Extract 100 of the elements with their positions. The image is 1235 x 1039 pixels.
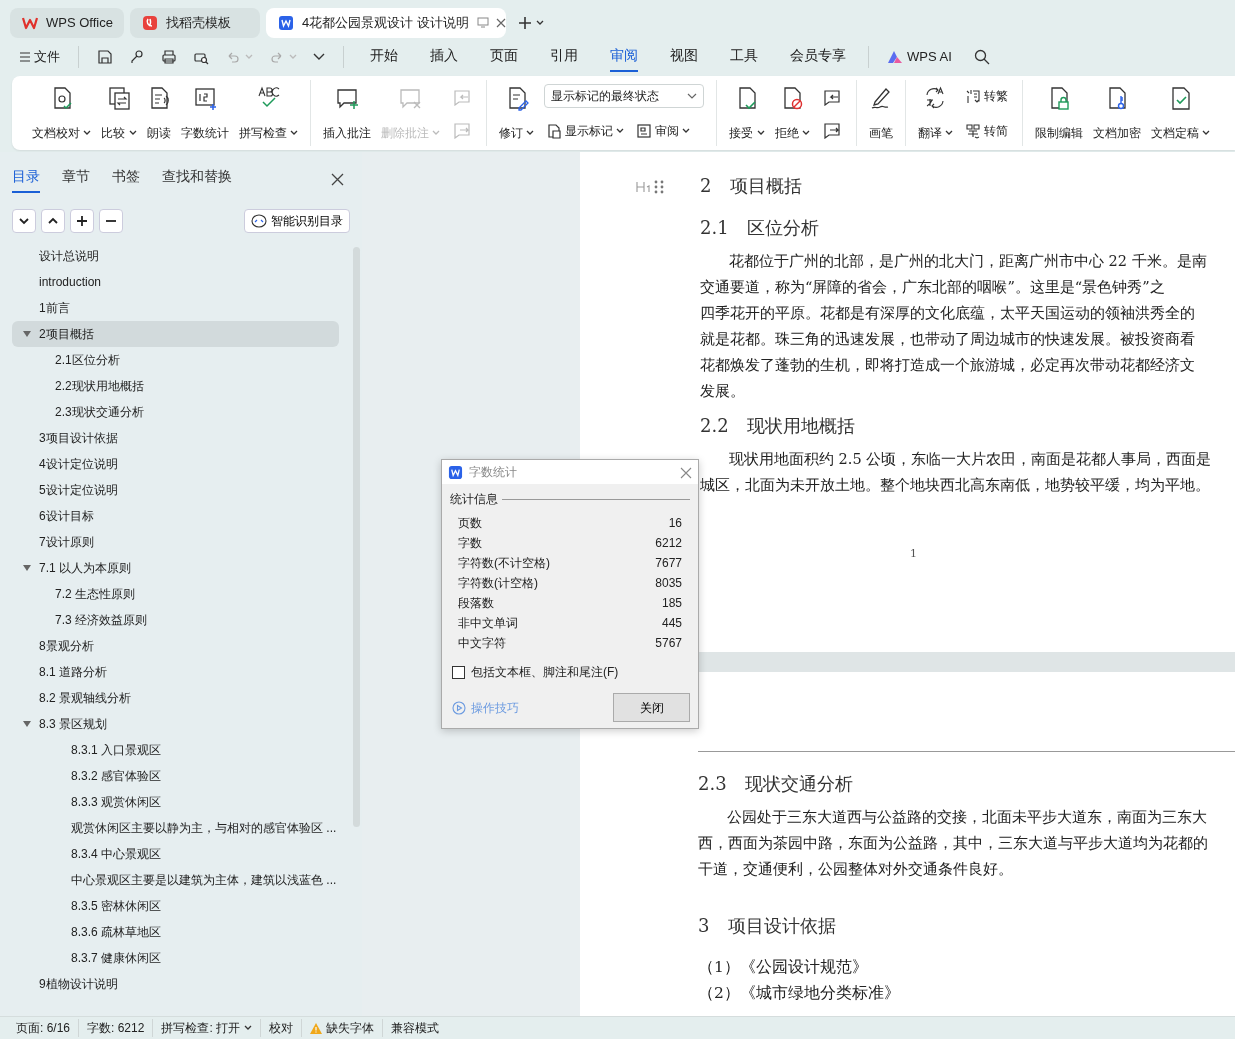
status-item[interactable]: 拼写检查: 打开 [153,1019,262,1037]
toc-item[interactable]: introduction [12,269,339,295]
toc-item[interactable]: 8.3.2 感官体验区 [12,763,339,789]
stat-label: 非中文单词 [458,615,518,633]
stat-value: 185 [661,595,682,613]
smart-toc-button[interactable]: 智能识别目录 [244,209,350,233]
toc-item[interactable]: 2.3现状交通分析 [12,399,339,425]
ribbon-tab[interactable]: 视图 [670,41,698,73]
print-icon[interactable] [161,49,177,65]
close-icon[interactable] [331,172,344,186]
stat-label: 字符数(计空格) [458,575,538,593]
ribbon-button[interactable]: 转繁 [963,84,1010,107]
status-item[interactable]: 兼容模式 [383,1019,448,1037]
toc-item[interactable]: 4设计定位说明 [12,451,339,477]
ribbon-button[interactable]: 拼写检查 [234,80,302,146]
toc-item[interactable]: 8.3.4 中心景观区 [12,841,339,867]
ribbon-button[interactable]: 朗读 [142,80,175,146]
toc-item[interactable]: 7设计原则 [12,529,339,555]
ribbon-button[interactable]: 修订 [495,80,539,146]
expanded-triangle-icon[interactable] [22,330,32,338]
toc-item[interactable]: 8.3.6 疏林草地区 [12,919,339,945]
ribbon-tab[interactable]: 审阅 [610,41,638,73]
ribbon-button[interactable]: 比较 [97,80,141,146]
ribbon-tab[interactable]: 页面 [490,41,518,73]
toc-item[interactable]: 设计总说明 [12,243,339,269]
heading: 2 项目概括 [700,174,802,198]
caret-icon [616,128,625,134]
ribbon-button[interactable]: 文档加密 [1089,80,1145,146]
toc-item[interactable]: 1前言 [12,295,339,321]
panel-tab[interactable]: 书签 [112,164,140,193]
ribbon-tab[interactable]: 引用 [550,41,578,73]
collapse-down-icon[interactable] [18,215,30,227]
search-icon[interactable] [974,49,991,65]
toc-item[interactable]: 2项目概括 [12,321,339,347]
expanded-triangle-icon[interactable] [22,720,32,728]
toc-item[interactable]: 3项目设计依据 [12,425,339,451]
stat-label: 字数 [458,535,482,553]
ribbon-tab[interactable]: 开始 [370,41,398,73]
ribbon-tab[interactable]: 会员专享 [790,41,846,73]
next-comment-icon[interactable] [821,121,842,139]
flame-logo-icon [142,14,158,31]
ribbon-button[interactable]: 限制编辑 [1031,80,1087,146]
toc-item[interactable]: 7.1 以人为本原则 [12,555,339,581]
close-icon[interactable] [680,466,692,479]
panel-tab[interactable]: 章节 [62,164,90,193]
checkbox[interactable] [452,665,465,679]
ribbon-button[interactable]: 字数统计 [176,80,233,146]
toc-item[interactable]: 5设计定位说明 [12,477,339,503]
toc-item[interactable]: 9植物设计说明 [12,971,339,997]
previous-comment-icon[interactable] [821,88,842,106]
ribbon-button[interactable]: 显示标记 [544,120,627,142]
ribbon-button[interactable]: 翻译 [913,80,957,146]
toc-item[interactable]: 7.2 生态性原则 [12,581,339,607]
toc-item[interactable]: 8.3.1 入口景观区 [12,737,339,763]
display-mode-select[interactable]: 显示标记的最终状态 [544,84,705,108]
toc-item[interactable]: 8.3.7 健康休闲区 [12,945,339,971]
ribbon-button[interactable]: 接受 [725,80,769,146]
expanded-triangle-icon[interactable] [22,564,32,572]
ribbon-tab[interactable]: 插入 [430,41,458,73]
save-icon[interactable] [97,49,113,65]
toc-item[interactable]: 2.2现状用地概括 [12,373,339,399]
document-tab[interactable]: WPS Office [10,7,124,38]
paragraph: 花都位于广州的北部，是广州的北大门，距离广州市中心 22 千米。是南 交通要道，称为“屏障的省会，广东北部的咽喉”。这里是“景色钟秀”之 四季花开的平原。花都是有深厚的文化底蕴，太平天国运动的领袖洪秀全的 就是花都。珠三角的迅速发展，也带动了周边城市的快速发展。被投资商看 花都焕发了蓬勃的生机，即将打造成一个旅游城，必定再次带动花都经济文 发展。 [700,252,1208,401]
close-icon[interactable] [495,16,508,29]
ribbon-button[interactable]: 拒绝 [770,80,814,146]
ai-button[interactable]: WPS AI [881,44,958,70]
markup-icon [546,123,563,139]
document-tab[interactable]: 找稻壳模板 [130,7,260,38]
toc-item[interactable]: 中心景观区主要是以建筑为主体，建筑以浅蓝色 ... [12,867,339,893]
ribbon-button[interactable]: 文档校对 [28,80,96,146]
ribbon-button[interactable]: 转简 [963,119,1010,142]
chevron-down-icon [313,53,325,61]
drag-handle-icon[interactable] [654,180,664,194]
panel-tab[interactable]: 目录 [12,164,40,193]
ribbon-tab[interactable]: 工具 [730,41,758,73]
toc-item[interactable]: 8景观分析 [12,633,339,659]
toc-item[interactable]: 观赏休闲区主要以静为主，与相对的感官体验区 ... [12,815,339,841]
toc-item[interactable]: 8.3 景区规划 [12,711,339,737]
ribbon-button[interactable]: 画笔 [864,80,897,146]
toc-item[interactable]: 8.1 道路分析 [12,659,339,685]
stat-value: 5767 [655,635,682,653]
plus-icon[interactable] [76,215,88,227]
status-item[interactable]: 字数: 6212 [79,1019,154,1037]
toc-item[interactable]: 8.3.3 观赏休闲区 [12,789,339,815]
toc-item[interactable]: 2.1区位分析 [12,347,339,373]
status-item[interactable]: 缺失字体 [302,1019,384,1037]
panel-tab[interactable]: 查找和替换 [162,164,232,193]
ribbon-button[interactable]: 插入批注 [318,80,375,146]
ribbon-button[interactable]: 文档定稿 [1147,80,1215,146]
ribbon-button[interactable]: 审阅 [634,120,693,142]
toc-item[interactable]: 8.3.5 密林休闲区 [12,893,339,919]
toc-item[interactable]: 6设计目标 [12,503,339,529]
status-item[interactable]: 校对 [261,1019,303,1037]
document-tab[interactable]: 4花都公园景观设计 设计说明 [266,7,506,38]
caret-icon [536,19,544,26]
close-button[interactable]: 关闭 [613,693,690,723]
status-item[interactable]: 页面: 6/16 [8,1019,80,1037]
file-menu-button[interactable]: 文件 [14,44,66,70]
toc-item[interactable]: 7.3 经济效益原则 [12,607,339,633]
toc-item[interactable]: 8.2 景观轴线分析 [12,685,339,711]
